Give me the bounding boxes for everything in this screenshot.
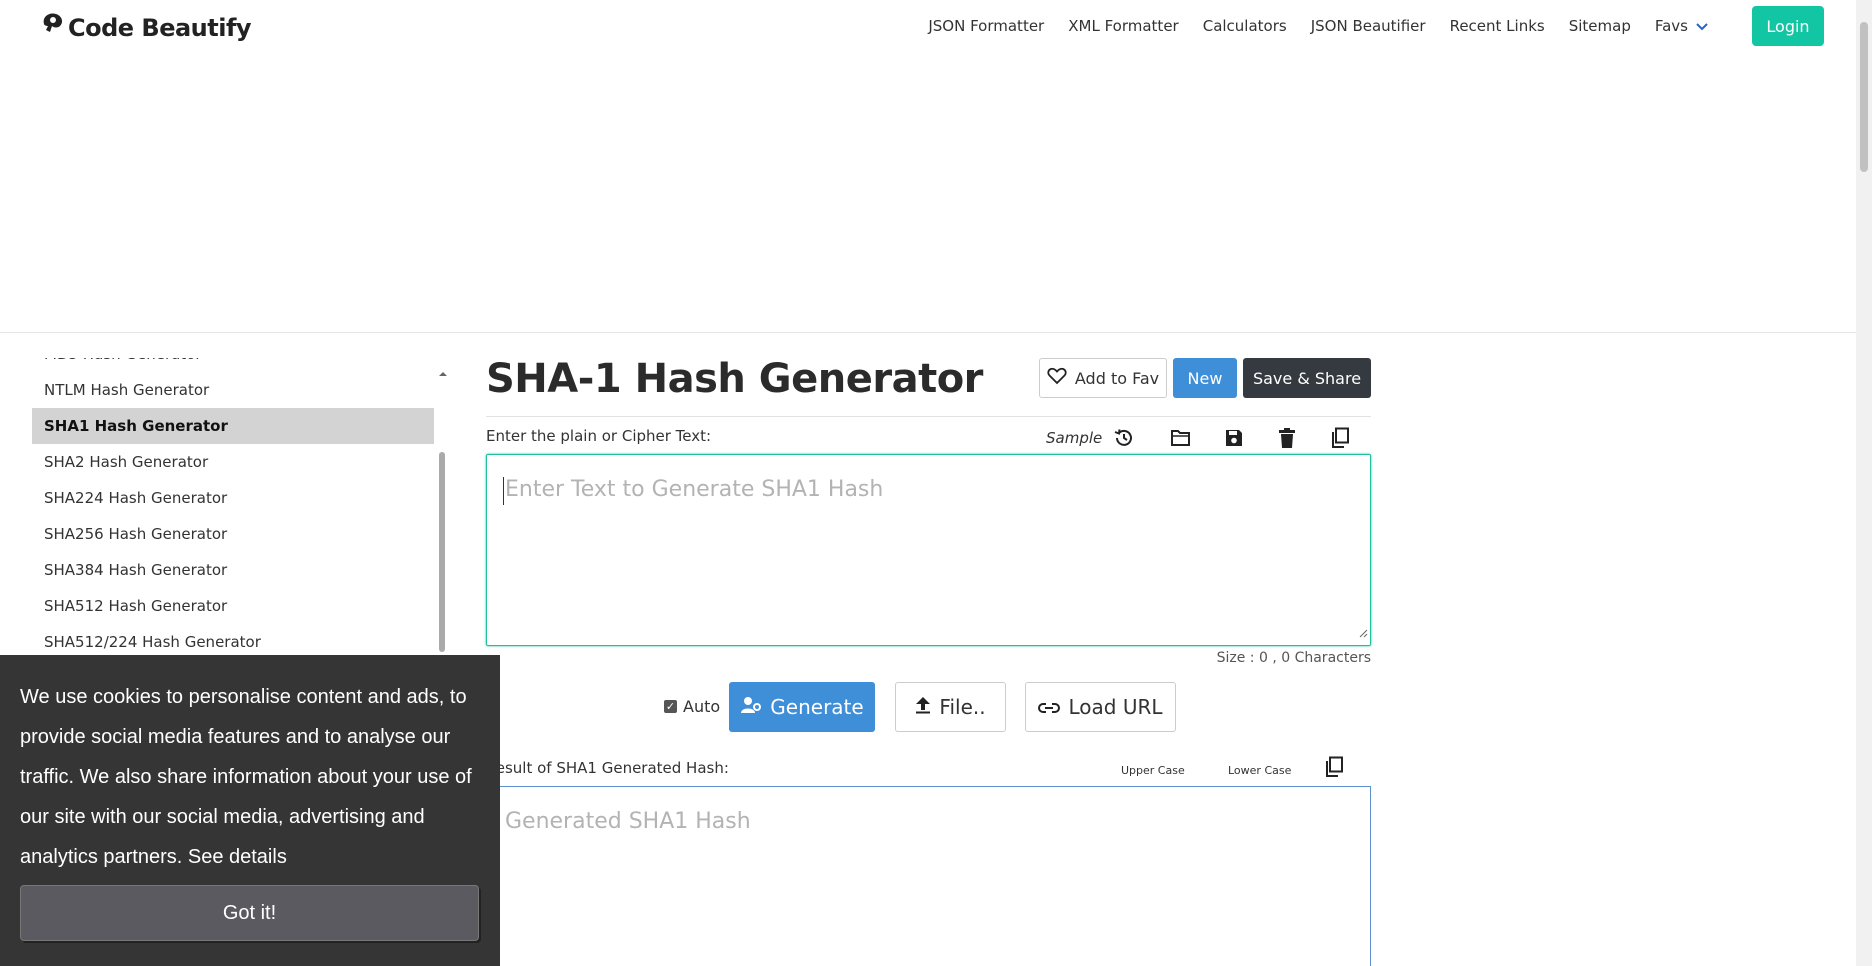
history-icon[interactable] xyxy=(1112,424,1136,452)
sidebar-item-md5[interactable]: MD5 Hash Generator xyxy=(32,358,434,372)
new-button[interactable]: New xyxy=(1173,358,1237,398)
file-label: File.. xyxy=(939,695,986,719)
save-floppy-icon[interactable] xyxy=(1207,424,1260,452)
save-share-button[interactable]: Save & Share xyxy=(1243,358,1371,398)
nav-link-json-beautifier[interactable]: JSON Beautifier xyxy=(1299,14,1438,38)
tool-sidebar: MD5 Hash Generator NTLM Hash Generator S… xyxy=(32,358,434,658)
generate-label: Generate xyxy=(770,695,864,719)
nav-link-json-formatter[interactable]: JSON Formatter xyxy=(916,14,1056,38)
add-to-fav-button[interactable]: Add to Fav xyxy=(1039,358,1167,398)
cookie-message: We use cookies to personalise content an… xyxy=(20,677,480,877)
result-label: Result of SHA1 Generated Hash: xyxy=(486,759,729,777)
copy-result-icon[interactable] xyxy=(1324,756,1344,783)
sidebar-item-sha2[interactable]: SHA2 Hash Generator xyxy=(32,444,434,480)
plain-text-placeholder: Enter Text to Generate SHA1 Hash xyxy=(505,477,884,502)
brand-name: Code Beautify xyxy=(68,13,252,42)
sidebar-item-sha512-224[interactable]: SHA512/224 Hash Generator xyxy=(32,624,434,658)
result-output[interactable]: Generated SHA1 Hash xyxy=(486,786,1371,966)
auto-label: Auto xyxy=(683,697,721,716)
chevron-down-icon xyxy=(1696,14,1708,38)
sidebar-item-sha384[interactable]: SHA384 Hash Generator xyxy=(32,552,434,588)
ad-banner-area xyxy=(0,54,1856,333)
sidebar-item-sha256[interactable]: SHA256 Hash Generator xyxy=(32,516,434,552)
upload-icon xyxy=(915,695,931,719)
sidebar-item-sha224[interactable]: SHA224 Hash Generator xyxy=(32,480,434,516)
size-counter: Size : 0 , 0 Characters xyxy=(1216,650,1371,666)
upper-case-button[interactable]: Upper Case xyxy=(1121,764,1185,777)
auto-checkbox[interactable]: ✓ Auto xyxy=(664,697,720,716)
heart-icon xyxy=(1047,367,1067,389)
page-title: SHA-1 Hash Generator xyxy=(486,356,983,402)
input-toolbar: Sample xyxy=(1046,424,1366,452)
file-upload-button[interactable]: File.. xyxy=(895,682,1006,732)
scroll-up-arrow-icon[interactable] xyxy=(438,364,448,382)
see-details-link[interactable]: See details xyxy=(188,846,287,868)
page-scrollbar[interactable] xyxy=(1856,0,1872,966)
add-to-fav-label: Add to Fav xyxy=(1074,368,1160,388)
login-button[interactable]: Login xyxy=(1752,6,1824,46)
nav-links: JSON Formatter XML Formatter Calculators… xyxy=(916,14,1720,38)
nav-link-recent-links[interactable]: Recent Links xyxy=(1438,14,1557,38)
folder-open-icon[interactable] xyxy=(1154,424,1207,452)
nav-favs-dropdown[interactable]: Favs xyxy=(1643,14,1720,38)
nav-link-calculators[interactable]: Calculators xyxy=(1191,14,1299,38)
lower-case-button[interactable]: Lower Case xyxy=(1228,764,1291,777)
page-scrollbar-thumb[interactable] xyxy=(1860,22,1868,172)
sidebar-item-ntlm[interactable]: NTLM Hash Generator xyxy=(32,372,434,408)
brand-logo[interactable]: Code Beautify xyxy=(40,10,252,45)
cookie-accept-button[interactable]: Got it! xyxy=(20,885,479,941)
title-divider xyxy=(486,416,1371,417)
checkbox-checked-icon[interactable]: ✓ xyxy=(664,700,677,713)
favs-label: Favs xyxy=(1654,17,1688,35)
sidebar-scrollbar-thumb[interactable] xyxy=(439,452,445,652)
nav-link-sitemap[interactable]: Sitemap xyxy=(1557,14,1643,38)
top-navbar: Code Beautify JSON Formatter XML Formatt… xyxy=(0,0,1856,54)
brain-logo-icon xyxy=(40,10,66,45)
input-label: Enter the plain or Cipher Text: xyxy=(486,427,712,445)
copy-icon[interactable] xyxy=(1313,424,1366,452)
sample-link[interactable]: Sample xyxy=(1046,429,1102,447)
generate-button[interactable]: Generate xyxy=(729,682,875,732)
sidebar-item-sha512[interactable]: SHA512 Hash Generator xyxy=(32,588,434,624)
sidebar-scrollbar[interactable] xyxy=(436,358,450,658)
trash-icon[interactable] xyxy=(1260,424,1313,452)
nav-link-xml-formatter[interactable]: XML Formatter xyxy=(1056,14,1190,38)
load-url-button[interactable]: Load URL xyxy=(1025,682,1176,732)
result-placeholder: Generated SHA1 Hash xyxy=(505,809,751,834)
sidebar-item-sha1[interactable]: SHA1 Hash Generator xyxy=(32,408,434,444)
cookie-text: We use cookies to personalise content an… xyxy=(20,686,472,868)
user-gear-icon xyxy=(740,695,762,720)
plain-text-input[interactable]: Enter Text to Generate SHA1 Hash xyxy=(486,454,1371,646)
cookie-consent-banner: We use cookies to personalise content an… xyxy=(0,655,500,966)
resize-handle-icon[interactable] xyxy=(1359,625,1368,643)
link-icon xyxy=(1038,695,1061,719)
load-url-label: Load URL xyxy=(1068,695,1163,719)
text-caret xyxy=(503,477,504,505)
